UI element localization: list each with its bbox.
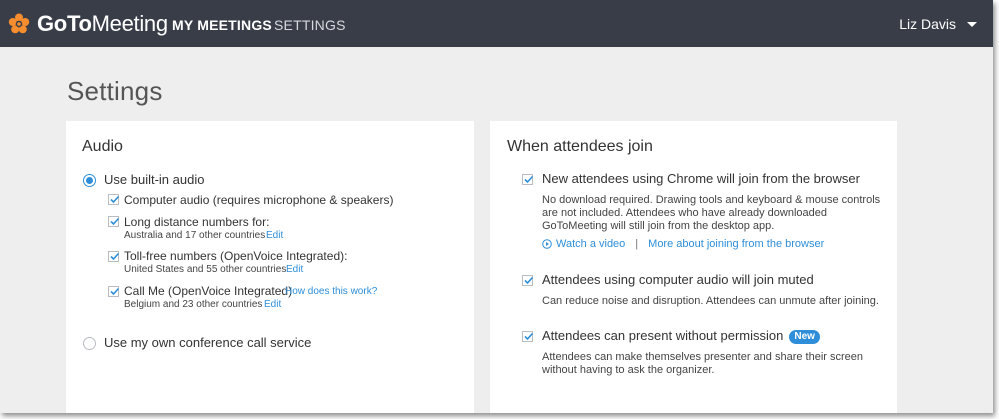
own-service-radio[interactable] <box>83 337 96 350</box>
join-muted-checkbox[interactable] <box>522 275 534 286</box>
computer-audio-checkbox[interactable] <box>108 194 120 205</box>
checkmark-icon <box>110 287 120 296</box>
audio-card-title: Audio <box>82 138 123 155</box>
top-navigation-bar: GoToMeeting MY MEETINGS SETTINGS Liz Dav… <box>0 0 993 47</box>
own-service-label: Use my own conference call service <box>104 335 312 350</box>
chrome-desc-line-1: No download required. Drawing tools and … <box>542 194 881 206</box>
app-window: GoToMeeting MY MEETINGS SETTINGS Liz Dav… <box>0 0 993 413</box>
join-muted-description: Can reduce noise and disruption. Attende… <box>542 295 892 308</box>
link-separator: | <box>635 238 639 250</box>
long-distance-checkbox[interactable] <box>108 216 120 227</box>
muted-desc-line: Can reduce noise and disruption. Attende… <box>542 295 879 307</box>
toll-free-label: Toll-free numbers (OpenVoice Integrated)… <box>124 249 348 263</box>
page-title: Settings <box>67 76 163 106</box>
brand-name-part1: GoTo <box>37 11 92 36</box>
checkmark-icon <box>524 175 534 184</box>
chevron-down-icon <box>967 21 977 27</box>
join-card-title: When attendees join <box>507 138 653 155</box>
nav-settings[interactable]: SETTINGS <box>274 17 346 33</box>
chrome-join-checkbox[interactable] <box>522 174 534 185</box>
toll-free-checkbox[interactable] <box>108 251 120 262</box>
present-permission-label-row: Attendees can present without permission… <box>542 328 820 344</box>
call-me-label: Call Me (OpenVoice Integrated) <box>124 284 293 298</box>
present-permission-description: Attendees can make themselves presenter … <box>542 351 892 377</box>
checkmark-icon <box>110 195 120 204</box>
chrome-desc-line-3: GoToMeeting will still join from the des… <box>542 220 775 232</box>
long-distance-countries: Australia and 17 other countries <box>124 230 266 241</box>
brand-name: GoToMeeting <box>37 11 168 37</box>
toll-free-countries: United States and 55 other countries <box>124 264 287 275</box>
present-desc-line-2: without having to ask the organizer. <box>542 364 715 376</box>
toll-free-edit-link[interactable]: Edit <box>286 264 303 275</box>
checkmark-icon <box>110 252 120 261</box>
nav-my-meetings[interactable]: MY MEETINGS <box>172 17 272 33</box>
play-circle-icon[interactable] <box>542 239 552 249</box>
chrome-links-row: Watch a video | More about joining from … <box>542 238 824 250</box>
how-does-this-work-link[interactable]: How does this work? <box>285 286 377 297</box>
user-menu[interactable]: Liz Davis <box>899 16 977 32</box>
flower-logo-icon <box>8 13 30 34</box>
builtin-audio-label: Use built-in audio <box>104 172 205 187</box>
checkmark-icon <box>110 217 120 226</box>
checkmark-icon <box>524 276 534 285</box>
long-distance-edit-link[interactable]: Edit <box>266 230 283 241</box>
call-me-countries: Belgium and 23 other countries <box>124 299 263 310</box>
long-distance-label: Long distance numbers for: <box>124 215 270 229</box>
more-about-browser-link[interactable]: More about joining from the browser <box>648 238 824 250</box>
new-badge: New <box>789 330 820 344</box>
checkmark-icon <box>524 332 534 341</box>
user-name: Liz Davis <box>899 16 956 32</box>
gotomeeting-logo[interactable]: GoToMeeting <box>8 11 168 37</box>
builtin-audio-radio[interactable] <box>83 174 96 187</box>
present-permission-label: Attendees can present without permission <box>542 328 784 343</box>
present-permission-checkbox[interactable] <box>522 331 534 342</box>
call-me-checkbox[interactable] <box>108 286 120 297</box>
watch-video-link[interactable]: Watch a video <box>556 238 625 250</box>
computer-audio-label: Computer audio (requires microphone & sp… <box>124 193 394 207</box>
chrome-join-description: No download required. Drawing tools and … <box>542 194 892 233</box>
join-muted-label: Attendees using computer audio will join… <box>542 272 814 287</box>
chrome-desc-line-2: are not included. Attendees who have alr… <box>542 207 827 219</box>
brand-name-part2: Meeting <box>91 11 168 36</box>
call-me-edit-link[interactable]: Edit <box>264 299 281 310</box>
chrome-join-label: New attendees using Chrome will join fro… <box>542 171 860 186</box>
present-desc-line-1: Attendees can make themselves presenter … <box>542 351 864 363</box>
